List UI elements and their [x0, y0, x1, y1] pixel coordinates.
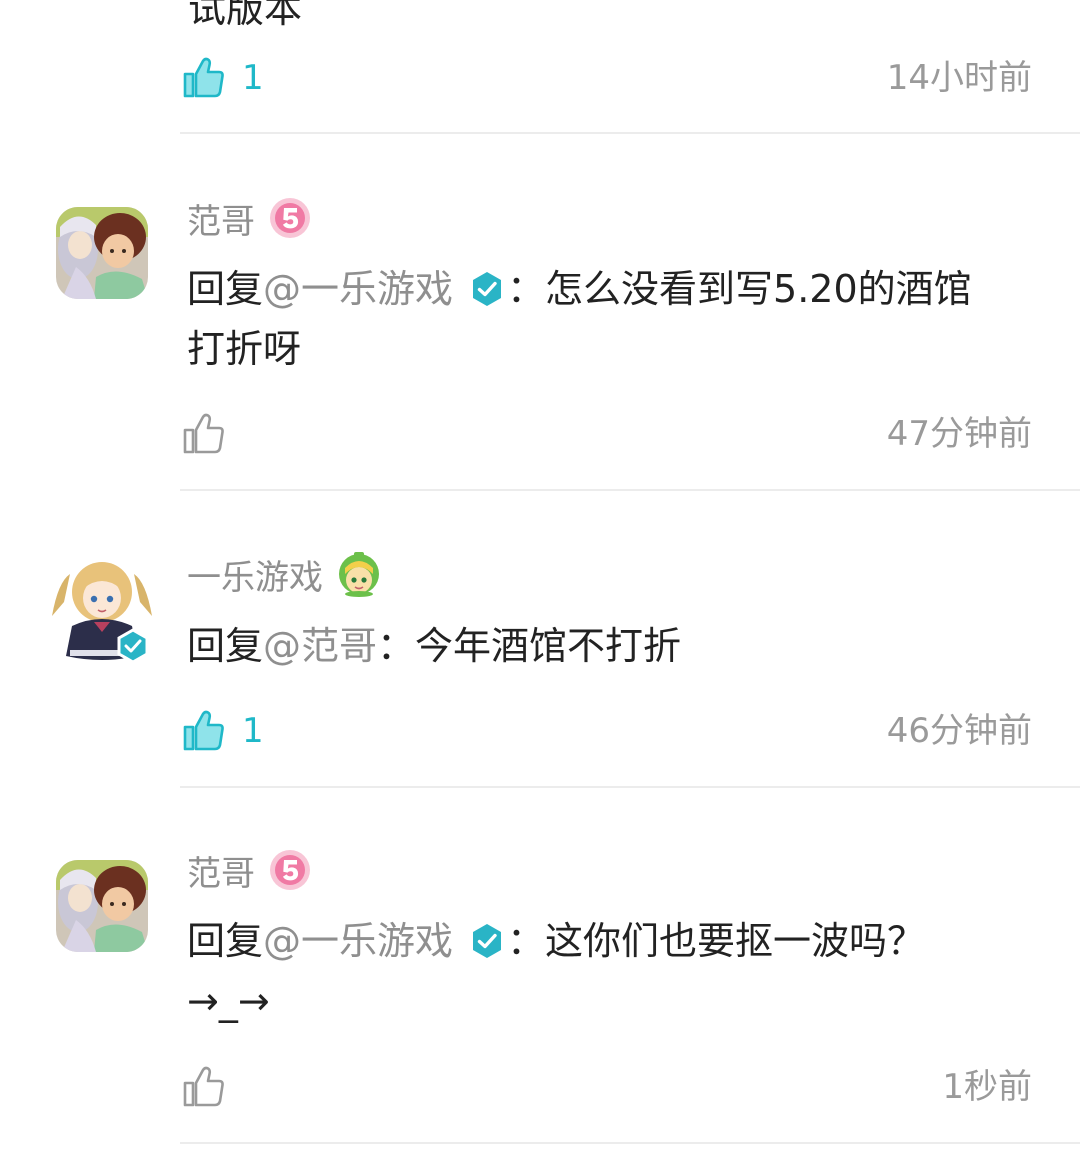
anime-girl-avatar-icon: [52, 562, 152, 664]
comment-time: 14小时前: [886, 58, 1032, 98]
thumbs-up-filled-icon: [182, 709, 226, 753]
comment-content[interactable]: 回复@一乐游戏 ：怎么没看到写5.20的酒馆打折呀: [187, 259, 1047, 379]
user-avatar[interactable]: [50, 552, 154, 664]
divider: [180, 132, 1080, 134]
level-5-badge-icon: [270, 198, 310, 238]
verified-badge-icon: [473, 272, 502, 306]
comment-content[interactable]: 回复@范哥：今年酒馆不打折: [187, 616, 1047, 676]
comment-time: 46分钟前: [886, 711, 1032, 751]
mention-link[interactable]: @一乐游戏: [263, 919, 453, 963]
username-text: 范哥: [187, 853, 255, 894]
username-text: 范哥: [187, 201, 255, 242]
username[interactable]: 一乐游戏: [187, 549, 383, 599]
mention-link[interactable]: @范哥: [263, 624, 377, 668]
separator: ：: [507, 267, 546, 311]
like-count: 1: [242, 711, 264, 751]
comment-text-line1: 今年酒馆不打折: [415, 624, 682, 668]
username-text: 一乐游戏: [187, 557, 323, 598]
comment-time: 47分钟前: [886, 414, 1032, 454]
separator: ：: [377, 624, 416, 668]
comment-text-line2: 打折呀: [187, 327, 302, 371]
reply-prefix: 回复: [187, 267, 264, 311]
level-5-badge-icon: [270, 850, 310, 890]
anime-duo-avatar-icon: [56, 860, 148, 952]
anime-duo-avatar-icon: [56, 207, 148, 299]
comment-footer: 1 14小时前: [180, 48, 1080, 108]
divider: [180, 489, 1080, 491]
user-avatar[interactable]: [56, 860, 148, 952]
thumbs-up-outline-icon: [182, 412, 226, 456]
divider: [180, 1142, 1080, 1144]
comment-footer: 1秒前: [180, 1057, 1080, 1117]
comment-text-line1: 这你们也要抠一波吗？: [545, 919, 926, 963]
comment-time: 1秒前: [942, 1067, 1032, 1107]
like-count: 1: [242, 58, 264, 98]
reply-prefix: 回复: [187, 624, 264, 668]
comment-text-line1: 怎么没看到写5.20的酒馆: [545, 267, 972, 311]
username[interactable]: 范哥: [187, 845, 311, 895]
comment-footer: 1 46分钟前: [180, 701, 1080, 761]
username[interactable]: 范哥: [187, 193, 311, 243]
like-button[interactable]: [182, 404, 242, 464]
like-button[interactable]: [182, 1057, 242, 1117]
mention-link[interactable]: @一乐游戏: [263, 267, 453, 311]
previous-comment-text: 试版本: [188, 0, 303, 31]
comment-text-line2: →_→: [187, 979, 270, 1023]
like-button[interactable]: 1: [182, 48, 264, 108]
reply-prefix: 回复: [187, 919, 264, 963]
divider: [180, 786, 1080, 788]
separator: ：: [507, 919, 546, 963]
thumbs-up-outline-icon: [182, 1065, 226, 1109]
like-button[interactable]: 1: [182, 701, 264, 761]
thumbs-up-filled-icon: [182, 56, 226, 100]
verified-badge-icon: [473, 924, 502, 958]
green-haired-character-badge-icon: [339, 552, 379, 597]
comment-footer: 47分钟前: [180, 404, 1080, 464]
comment-content[interactable]: 回复@一乐游戏 ：这你们也要抠一波吗？ →_→: [187, 911, 1047, 1031]
user-avatar[interactable]: [56, 207, 148, 299]
